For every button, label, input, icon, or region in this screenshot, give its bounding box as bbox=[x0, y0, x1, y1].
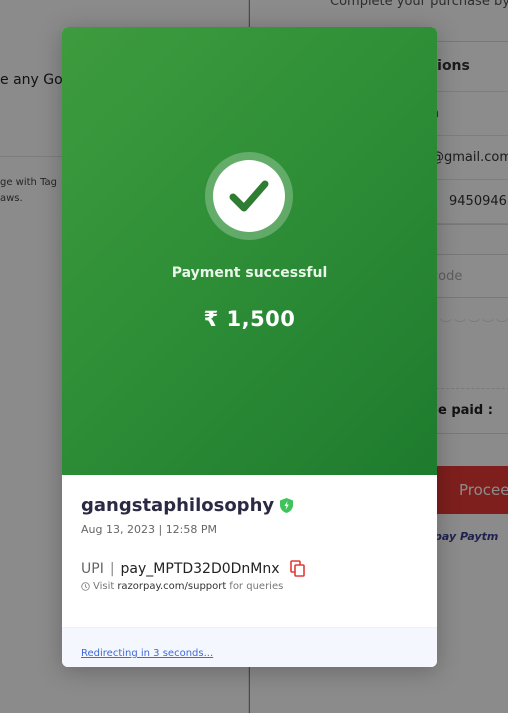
visit-suffix: for queries bbox=[229, 581, 284, 592]
payment-details: gangstaphilosophy Aug 13, 2023 | 12:58 P… bbox=[62, 475, 437, 627]
check-icon bbox=[213, 160, 285, 232]
payment-status-text: Payment successful bbox=[171, 265, 328, 281]
payment-id: pay_MPTD32D0DnMnx bbox=[120, 561, 280, 577]
payment-amount: ₹ 1,500 bbox=[203, 307, 296, 331]
success-check-ring bbox=[205, 152, 293, 240]
info-icon bbox=[81, 582, 90, 591]
method-separator: | bbox=[109, 561, 115, 577]
payment-date: Aug 13, 2023 bbox=[81, 523, 155, 536]
payment-id-row: UPI | pay_MPTD32D0DnMnx bbox=[81, 560, 418, 578]
date-separator: | bbox=[158, 523, 163, 536]
payment-method: UPI bbox=[81, 561, 104, 577]
success-header: Payment successful ₹ 1,500 bbox=[62, 27, 437, 475]
redirect-link[interactable]: Redirecting in 3 seconds... bbox=[81, 648, 213, 659]
payment-success-modal: Payment successful ₹ 1,500 gangstaphilos… bbox=[62, 27, 437, 667]
copy-icon[interactable] bbox=[289, 560, 306, 578]
support-row: Visit razorpay.com/support for queries bbox=[81, 581, 418, 592]
support-link[interactable]: razorpay.com/support bbox=[117, 581, 226, 592]
verified-shield-icon bbox=[278, 497, 295, 514]
merchant-name: gangstaphilosophy bbox=[81, 495, 275, 516]
merchant-row: gangstaphilosophy bbox=[81, 495, 418, 516]
payment-datetime: Aug 13, 2023 | 12:58 PM bbox=[81, 523, 418, 536]
visit-prefix: Visit bbox=[93, 581, 115, 592]
payment-time: 12:58 PM bbox=[165, 523, 218, 536]
modal-footer: Redirecting in 3 seconds... bbox=[62, 627, 437, 667]
